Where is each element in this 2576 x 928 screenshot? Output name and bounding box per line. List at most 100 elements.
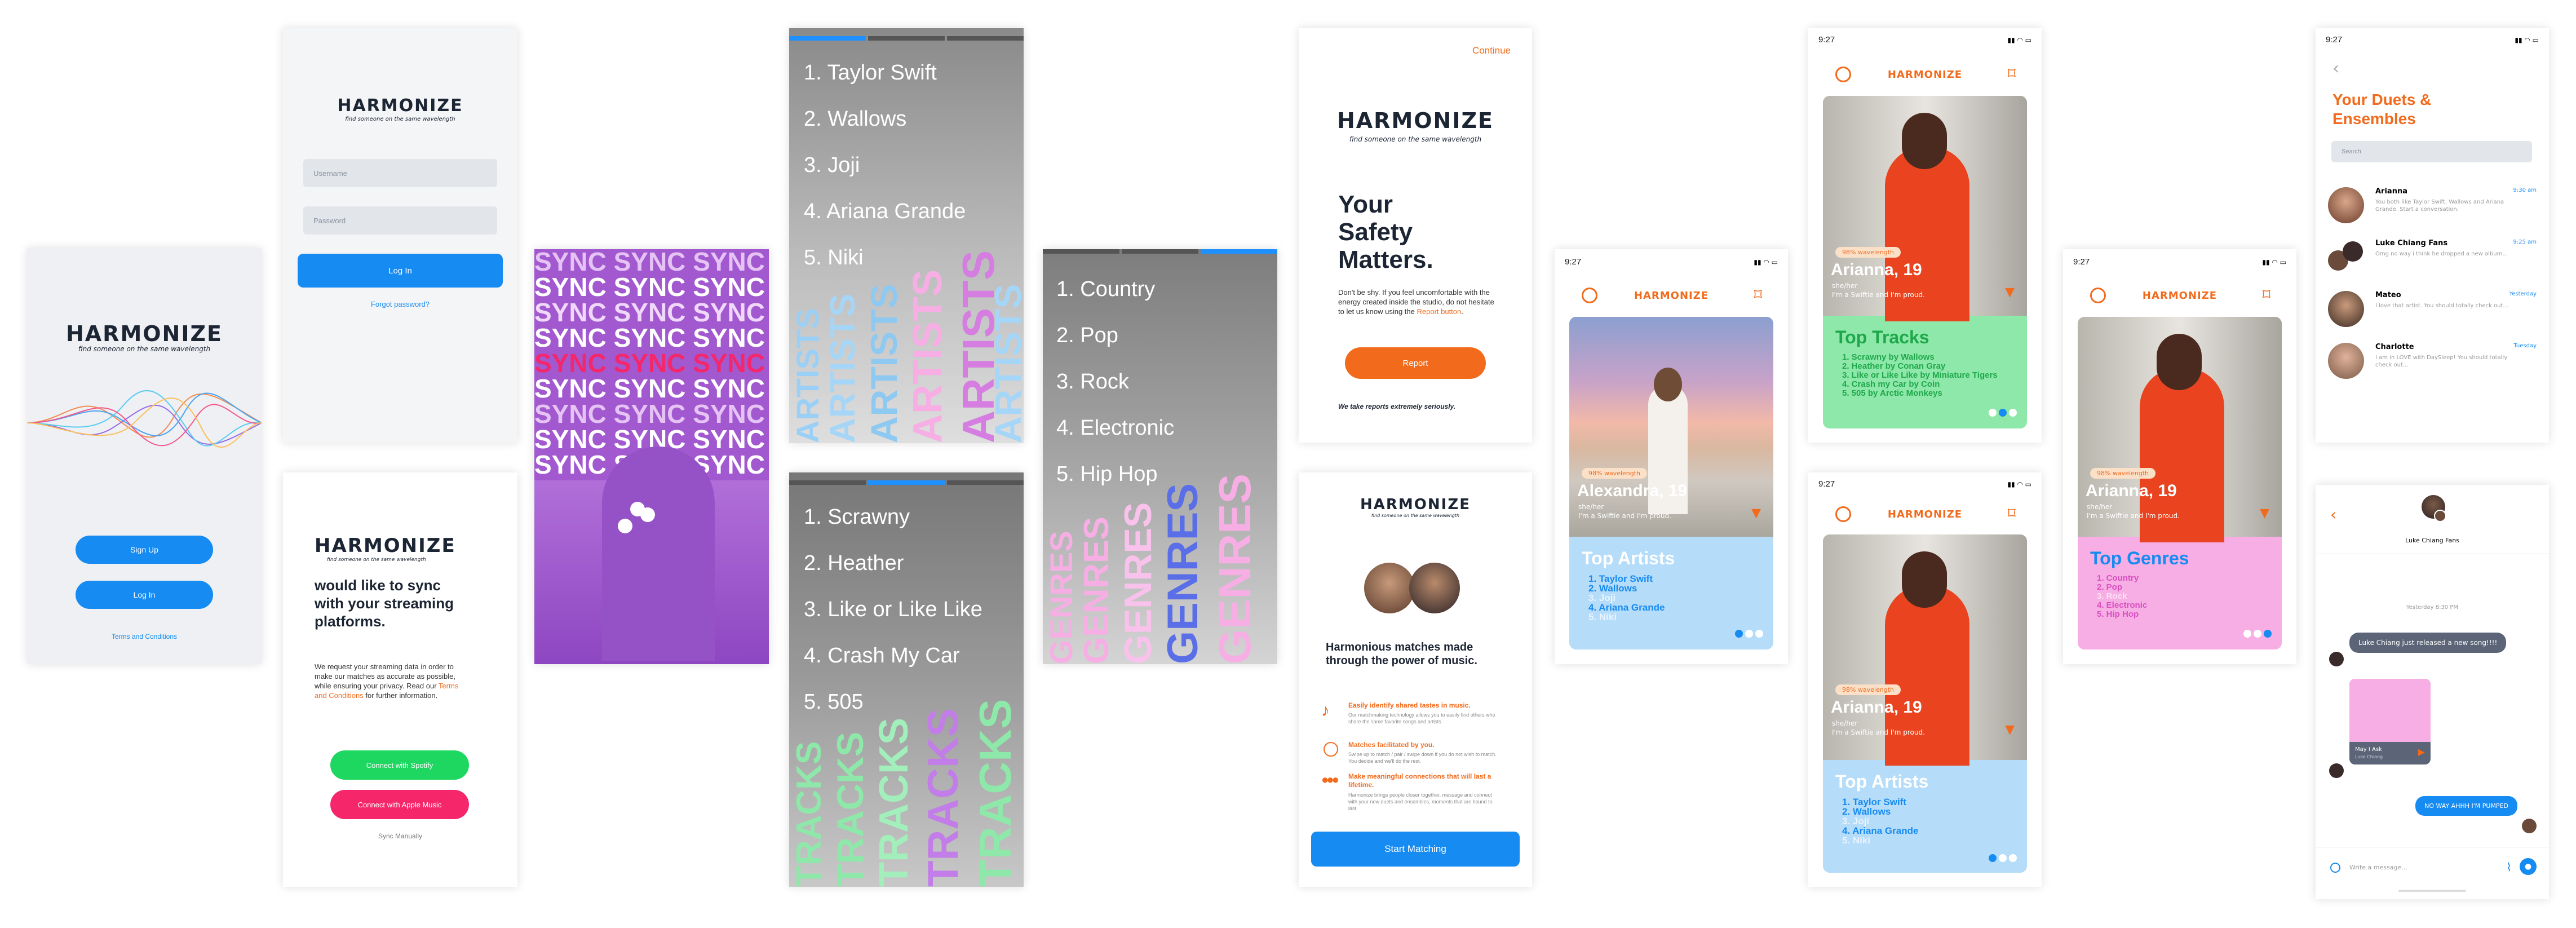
tracks-word: TRACKS — [829, 732, 871, 887]
conversation-row[interactable]: Luke Chiang Fans 9:25 am Omg no way i th… — [2328, 232, 2537, 280]
continue-link[interactable]: Continue — [1472, 45, 1511, 56]
story-progress-bar — [789, 480, 1024, 485]
conversation-row[interactable]: Arianna 9:30 am You both like Taylor Swi… — [2328, 180, 2537, 228]
username-input[interactable]: Username — [303, 159, 497, 187]
back-icon[interactable]: ‹ — [2332, 59, 2339, 78]
status-time: 9:27 — [2326, 35, 2343, 45]
login-button[interactable]: Log In — [76, 581, 213, 609]
wavelength-badge: 98% wavelength — [1582, 468, 1648, 479]
loading-dots-icon — [618, 502, 663, 547]
chat-icon[interactable]: ⌑ — [2263, 285, 2270, 304]
login-submit-button[interactable]: Log In — [298, 254, 503, 288]
signup-button[interactable]: Sign Up — [76, 536, 213, 564]
status-time: 9:27 — [1818, 479, 1835, 489]
mic-icon[interactable]: ● — [2520, 858, 2537, 875]
section-title: Top Genres — [2090, 548, 2189, 568]
message-input[interactable]: Write a message... — [2349, 864, 2407, 871]
profile-bio: I'm a Swiftie and I'm proud. — [1832, 728, 1925, 736]
attach-icon[interactable]: ⌇ — [2506, 860, 2512, 874]
tracks-word: TRACKS — [871, 718, 917, 887]
match-avatar-right — [1409, 563, 1460, 613]
artists-word: ARTISTS — [987, 284, 1024, 443]
report-link[interactable]: Report button — [1417, 307, 1461, 316]
chat-icon[interactable]: ⌑ — [2008, 64, 2016, 83]
app-logo: HARMONIZE — [65, 321, 223, 346]
status-time: 9:27 — [1818, 35, 1835, 45]
connect-apple-music-button[interactable]: Connect with Apple Music — [330, 790, 469, 819]
onboarding-screen: HARMONIZE find someone on the same wavel… — [1299, 472, 1532, 887]
chat-icon[interactable]: ⌑ — [1754, 285, 1762, 304]
tracks-word: TRACKS — [790, 741, 829, 887]
profile-pronouns: she/her — [1832, 282, 1858, 290]
music-note-icon: ♪ — [1321, 701, 1330, 720]
app-logo: HARMONIZE — [315, 534, 456, 557]
profile-name: Alexandra, 19 — [1577, 481, 1688, 500]
genres-word: GENRES — [1117, 502, 1159, 664]
album-art — [2349, 679, 2431, 742]
login-screen: HARMONIZE find someone on the same wavel… — [283, 28, 517, 443]
conversation-row[interactable]: Charlotte Tuesday I am in LOVE with DayS… — [2328, 336, 2537, 383]
avatar — [2328, 343, 2364, 379]
artists-word: ARTISTS — [863, 284, 905, 443]
page-dots[interactable] — [1733, 629, 1763, 640]
page-dots[interactable] — [2241, 629, 2272, 640]
duets-title: Your Duets & Ensembles — [2332, 91, 2432, 127]
group-icon: ●●● — [1321, 772, 1339, 786]
emoji-icon[interactable] — [2330, 863, 2340, 873]
header-brand: HARMONIZE — [2142, 290, 2218, 302]
profile-card[interactable]: 98% wavelength Alexandra, 19 she/her I'm… — [1569, 317, 1773, 649]
profile-card[interactable]: 98% wavelength Arianna, 19 she/her I'm a… — [1823, 534, 2027, 873]
profile-bio: I'm a Swiftie and I'm proud. — [1578, 512, 1671, 520]
profile-card[interactable]: 98% wavelength Arianna, 19 she/her I'm a… — [1823, 96, 2027, 428]
profile-name: Arianna, 19 — [1831, 698, 1922, 717]
profile-card[interactable]: 98% wavelength Arianna, 19 she/her I'm a… — [2078, 317, 2282, 649]
song-share-card[interactable]: May I Ask Luke Chiang ▶ — [2349, 679, 2431, 765]
like-icon[interactable]: ▼ — [2260, 506, 2269, 520]
status-icons: ▮▮ ◠ ▭ — [2515, 36, 2539, 44]
section-title: Top Artists — [1835, 771, 1929, 792]
conversation-row[interactable]: Mateo Yesterday I love that artist. You … — [2328, 284, 2537, 332]
match-avatar-left — [1364, 563, 1415, 613]
app-logo: HARMONIZE — [1336, 108, 1494, 133]
avatar — [2328, 187, 2364, 223]
like-icon[interactable]: ▼ — [1751, 506, 1761, 520]
profile-arianna-genres-screen: 9:27 ▮▮ ◠ ▭ HARMONIZE ⌑ 98% wavelength A… — [2063, 249, 2296, 664]
report-button[interactable]: Report — [1345, 347, 1486, 379]
start-matching-button[interactable]: Start Matching — [1311, 832, 1520, 867]
like-icon[interactable]: ▼ — [2005, 285, 2015, 299]
chat-date: Yesterday 8:30 PM — [2406, 604, 2459, 611]
password-input[interactable]: Password — [303, 206, 497, 235]
genres-story-screen: 1. Country 2. Pop 3. Rock 4. Electronic … — [1043, 249, 1277, 664]
status-icons: ▮▮ ◠ ▭ — [2262, 258, 2286, 266]
profile-arianna-tracks-screen: 9:27 ▮▮ ◠ ▭ HARMONIZE ⌑ 98% wavelength A… — [1808, 28, 2042, 443]
status-icons: ▮▮ ◠ ▭ — [2007, 480, 2031, 488]
artists-word: ARTISTS — [790, 308, 825, 443]
splash-screen: HARMONIZE find someone on the same wavel… — [27, 248, 262, 664]
app-logo: HARMONIZE — [337, 96, 463, 116]
terms-link[interactable]: Terms and Conditions — [27, 633, 262, 640]
tracks-word: TRACKS — [919, 708, 967, 887]
group-chat-screen: ‹ Luke Chiang Fans Yesterday 8:30 PM Luk… — [2316, 485, 2549, 899]
story-progress-bar — [1043, 249, 1277, 254]
profile-pronouns: she/her — [2087, 503, 2113, 511]
user-circle-icon — [1324, 742, 1338, 757]
page-dots[interactable] — [1986, 854, 2017, 864]
search-input[interactable]: Search — [2331, 141, 2532, 162]
forgot-password-link[interactable]: Forgot password? — [283, 300, 517, 308]
artists-word: ARTISTS — [824, 293, 862, 443]
back-icon[interactable]: ‹ — [2330, 505, 2336, 524]
avatar — [2328, 291, 2364, 327]
page-dots[interactable] — [1986, 408, 2017, 419]
play-icon[interactable]: ▶ — [2418, 746, 2425, 757]
profile-alexandra-screen: 9:27 ▮▮ ◠ ▭ HARMONIZE ⌑ 98% wavelength A… — [1555, 249, 1788, 664]
genres-word: GENRES — [1210, 474, 1260, 664]
group-name: Luke Chiang Fans — [2405, 537, 2459, 544]
like-icon[interactable]: ▼ — [2005, 723, 2015, 737]
connect-spotify-button[interactable]: Connect with Spotify — [330, 750, 469, 780]
chat-icon[interactable]: ⌑ — [2008, 504, 2016, 523]
genres-word: GENRES — [1159, 483, 1207, 664]
section-title: Top Artists — [1582, 548, 1675, 568]
sync-manually-link[interactable]: Sync Manually — [283, 832, 517, 840]
tagline: find someone on the same wavelength — [1349, 135, 1482, 143]
reports-note: We take reports extremely seriously. — [1338, 403, 1456, 410]
